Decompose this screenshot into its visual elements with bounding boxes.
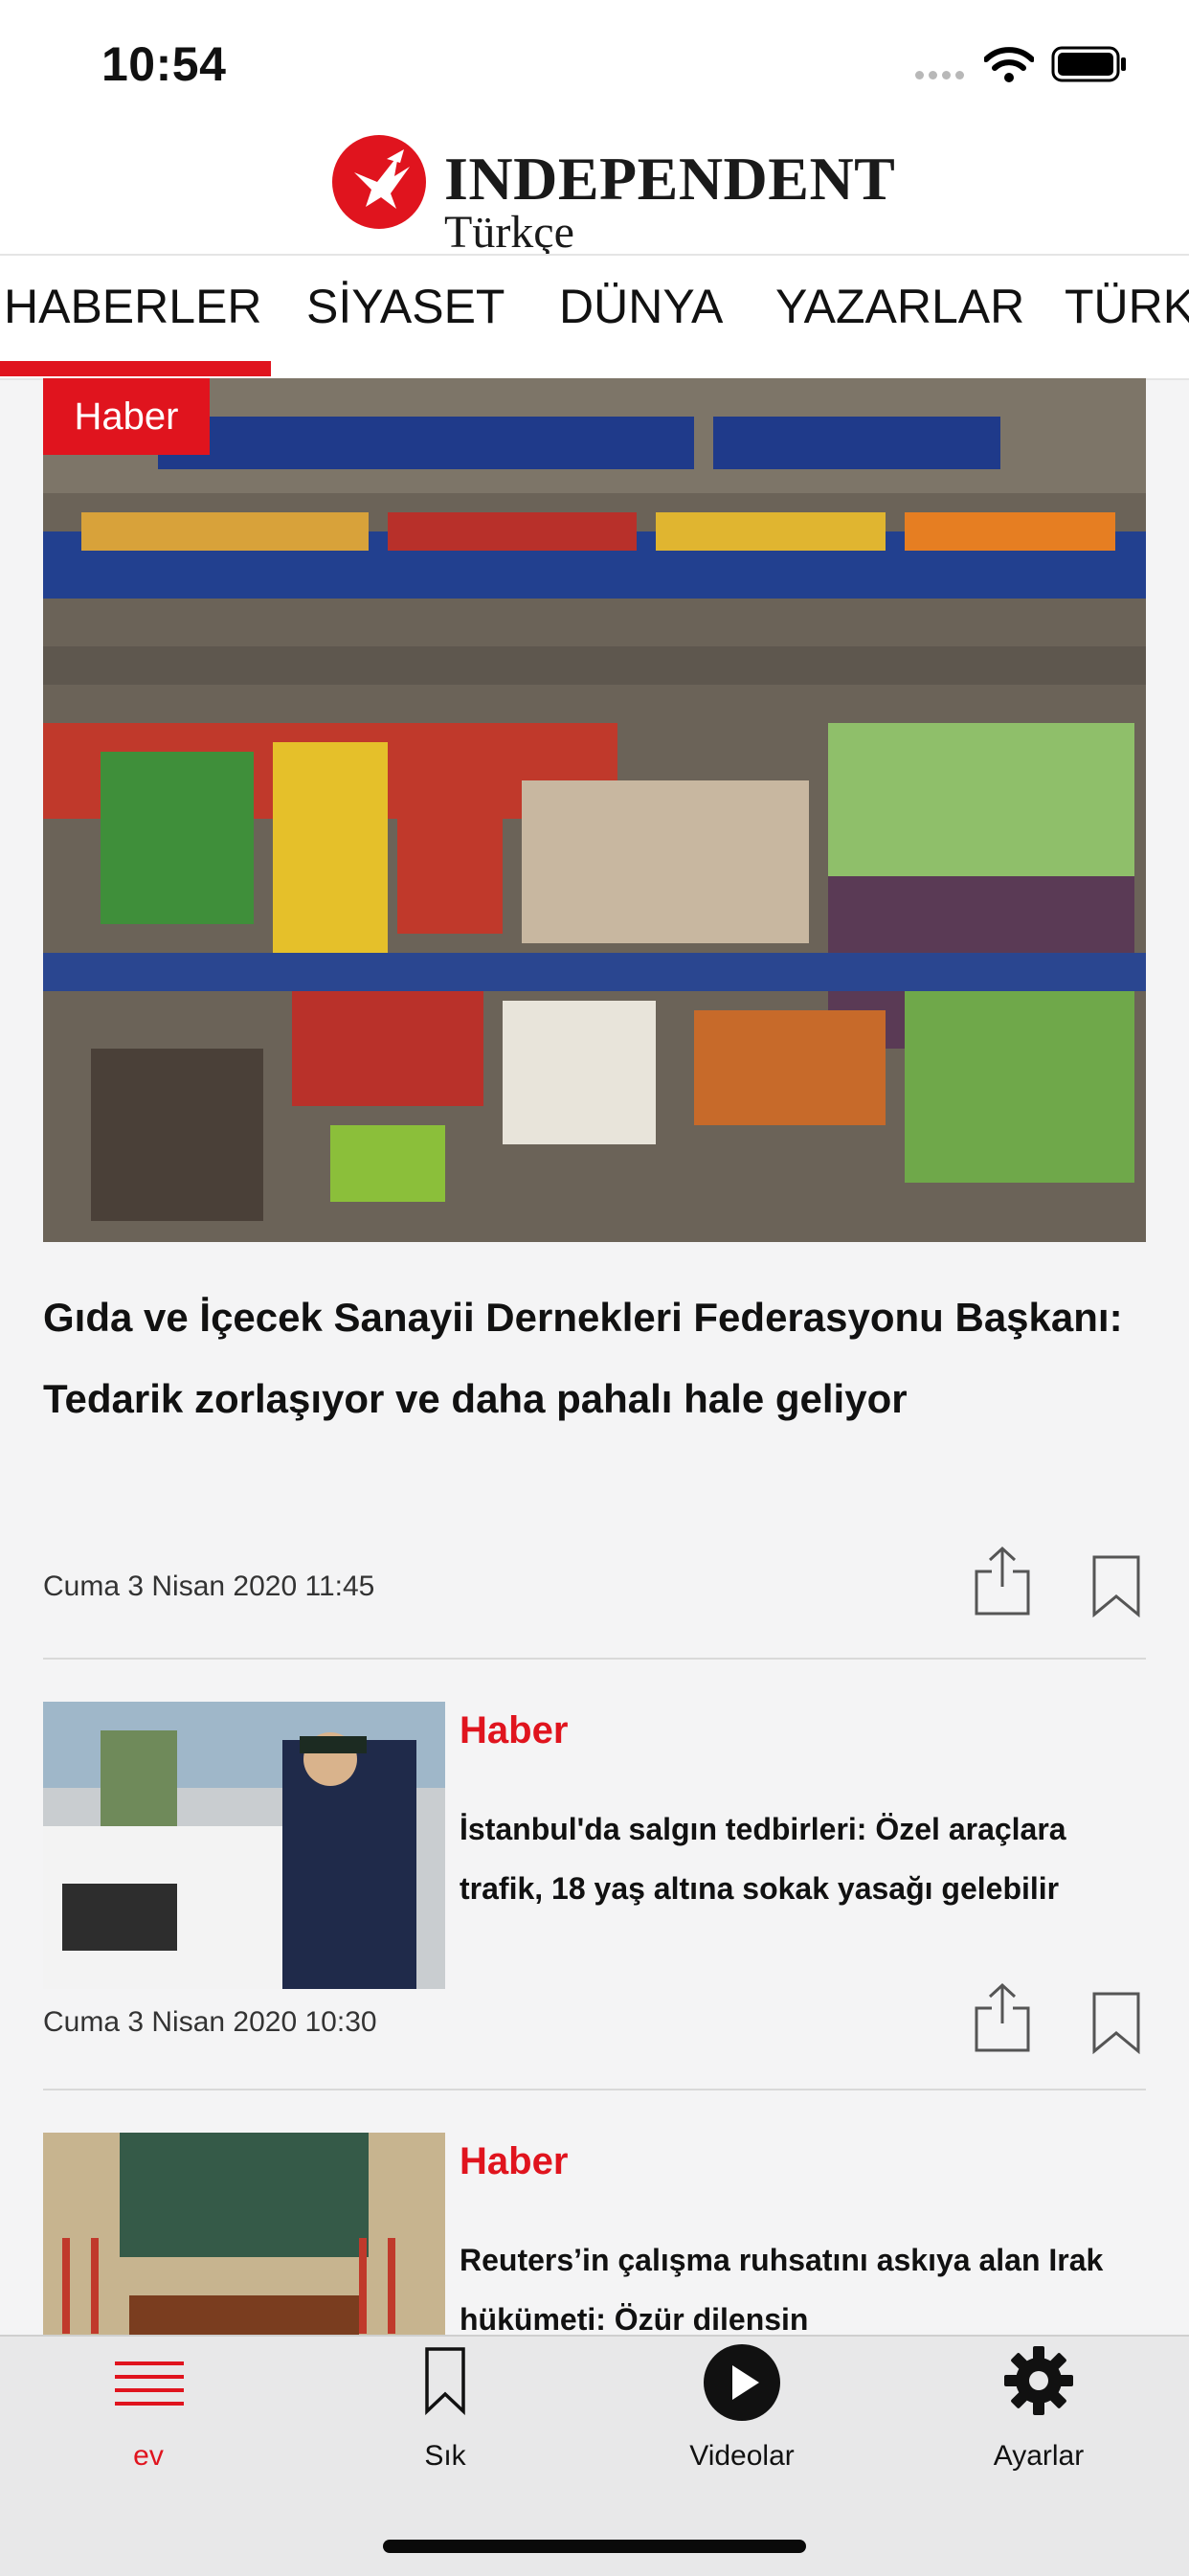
category-tabs: HABERLER SİYASET DÜNYA YAZARLAR TÜRK xyxy=(0,254,1189,380)
article-thumbnail[interactable] xyxy=(43,1702,445,1989)
featured-article-date: Cuma 3 Nisan 2020 11:45 xyxy=(43,1570,375,1602)
tab-turk[interactable]: TÜRK xyxy=(1065,279,1189,334)
tab-yazarlar[interactable]: YAZARLAR xyxy=(775,279,1024,334)
tabbar-label-videos: Videolar xyxy=(689,2440,795,2472)
tabbar-item-videos[interactable]: Videolar xyxy=(594,2337,890,2528)
tab-dunya[interactable]: DÜNYA xyxy=(559,279,723,334)
share-icon[interactable] xyxy=(973,1545,1032,1617)
tabbar-label-saved: Sık xyxy=(424,2440,466,2472)
share-icon[interactable] xyxy=(973,1981,1032,2054)
brand-subtitle: Türkçe xyxy=(444,207,574,258)
tab-haberler[interactable]: HABERLER xyxy=(4,279,262,334)
market-photo xyxy=(43,378,1146,1242)
eagle-logo-icon xyxy=(332,135,426,229)
status-time: 10:54 xyxy=(101,37,227,91)
tab-siyaset[interactable]: SİYASET xyxy=(306,279,505,334)
bookmark-icon xyxy=(425,2347,465,2415)
category-badge: Haber xyxy=(43,378,210,455)
featured-article-title[interactable]: Gıda ve İçecek Sanayii Dernekleri Federa… xyxy=(43,1277,1144,1439)
checkpoint-photo xyxy=(43,1702,445,1989)
home-indicator xyxy=(383,2540,806,2553)
brand-name: INDEPENDENT xyxy=(444,145,896,213)
app-header: INDEPENDENT Türkçe xyxy=(0,115,1189,258)
brand-logo[interactable]: INDEPENDENT Türkçe xyxy=(331,124,895,259)
bookmark-icon[interactable] xyxy=(1091,1991,1141,2054)
article-category: Haber xyxy=(460,2140,569,2182)
tabbar-item-settings[interactable]: Ayarlar xyxy=(890,2337,1187,2528)
menu-lines-icon xyxy=(115,2361,184,2406)
article-title[interactable]: Reuters’in çalışma ruhsatını askıya alan… xyxy=(460,2230,1130,2349)
cellular-signal-icon xyxy=(915,71,964,79)
tabbar-label-settings: Ayarlar xyxy=(993,2440,1085,2472)
wifi-icon xyxy=(984,47,1034,82)
status-bar: 10:54 xyxy=(0,0,1189,124)
article-title[interactable]: İstanbul'da salgın tedbirleri: Özel araç… xyxy=(460,1799,1130,1918)
divider xyxy=(43,2089,1146,2090)
tabbar-label-home: ev xyxy=(133,2440,164,2472)
tabbar-item-saved[interactable]: Sık xyxy=(297,2337,594,2528)
gear-icon xyxy=(1004,2346,1073,2415)
article-date: Cuma 3 Nisan 2020 10:30 xyxy=(43,2006,377,2038)
article-category: Haber xyxy=(460,1709,569,1751)
featured-article-image[interactable] xyxy=(43,378,1146,1242)
play-circle-icon xyxy=(704,2344,780,2421)
bookmark-icon[interactable] xyxy=(1091,1554,1141,1617)
tabbar-item-home[interactable]: ev xyxy=(0,2337,297,2528)
active-tab-indicator xyxy=(0,361,271,376)
battery-icon xyxy=(1051,46,1126,82)
divider xyxy=(43,1658,1146,1660)
